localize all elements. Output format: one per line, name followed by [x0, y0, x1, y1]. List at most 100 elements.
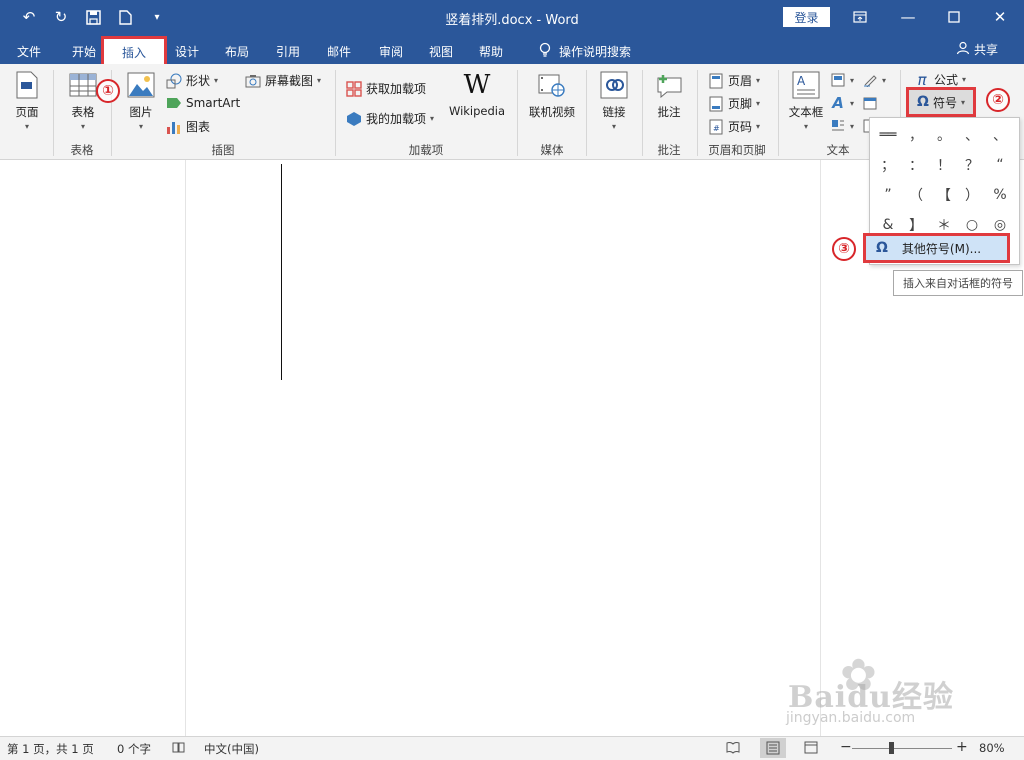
zoom-in-icon[interactable]: + — [956, 739, 968, 755]
wordart-button[interactable]: A ▾ — [830, 94, 854, 112]
symbol-cell[interactable]: ？ — [958, 150, 986, 180]
shapes-button[interactable]: 形状 ▾ — [166, 72, 218, 89]
page-number-button[interactable]: # 页码 ▾ — [708, 118, 760, 135]
symbol-cell[interactable]: 。 — [930, 120, 958, 150]
screenshot-button[interactable]: 屏幕截图 ▾ — [245, 72, 321, 89]
person-icon — [956, 41, 970, 58]
more-symbols-button[interactable]: Ω 其他符号(M)... — [863, 233, 1010, 263]
signature-line-button[interactable]: ▾ — [862, 72, 886, 88]
minimize-icon[interactable]: — — [886, 4, 930, 30]
share-button[interactable]: 共享 — [956, 41, 998, 58]
tab-mailings[interactable]: 邮件 — [320, 39, 358, 64]
quick-parts-button[interactable]: ▾ — [830, 72, 854, 88]
symbol-cell[interactable]: 【 — [930, 180, 958, 210]
smartart-button[interactable]: SmartArt — [166, 95, 240, 111]
date-time-button[interactable] — [862, 95, 878, 111]
link-label: 链接 — [602, 105, 626, 119]
zoom-out-icon[interactable]: − — [840, 739, 852, 755]
smartart-icon — [166, 95, 182, 111]
screenshot-label: 屏幕截图 — [265, 74, 314, 88]
tab-layout[interactable]: 布局 — [218, 39, 256, 64]
group-label-tables: 表格 — [70, 143, 94, 157]
login-button[interactable]: 登录 — [783, 7, 830, 27]
maximize-icon[interactable] — [932, 4, 976, 30]
language[interactable]: 中文(中国) — [204, 741, 259, 757]
chevron-down-icon: ▾ — [138, 122, 143, 131]
wikipedia-button[interactable]: W Wikipedia — [448, 70, 506, 118]
group-label-media: 媒体 — [540, 143, 564, 157]
symbol-cell[interactable]: ； — [874, 150, 902, 180]
title-bar: ↶ ↻ ▾ 竖着排列.docx - Word 登录 — ✕ — [0, 0, 1024, 34]
signature-icon — [862, 72, 878, 88]
symbol-cell[interactable]: % — [986, 180, 1014, 210]
tab-design[interactable]: 设计 — [168, 39, 206, 64]
quick-parts-icon — [830, 72, 846, 88]
tab-help[interactable]: 帮助 — [472, 39, 510, 64]
close-icon[interactable]: ✕ — [978, 4, 1022, 30]
tell-me-search[interactable]: 操作说明搜索 — [530, 39, 640, 64]
table-label: 表格 — [71, 105, 95, 119]
print-layout-icon[interactable] — [760, 738, 786, 758]
table-button[interactable]: 表格 ▾ — [66, 70, 100, 131]
chevron-down-icon: ▾ — [317, 76, 322, 85]
calendar-icon — [862, 95, 878, 111]
my-addins-button[interactable]: 我的加载项 ▾ — [346, 110, 434, 127]
equation-button[interactable]: π 公式 ▾ — [914, 71, 966, 89]
web-layout-icon[interactable] — [804, 741, 818, 757]
read-mode-icon[interactable] — [726, 741, 740, 757]
header-label: 页眉 — [728, 74, 753, 88]
symbol-cell[interactable]: ！ — [930, 150, 958, 180]
get-addins-button[interactable]: 获取加载项 — [346, 80, 426, 97]
zoom-slider[interactable] — [852, 748, 952, 749]
link-icon — [599, 70, 629, 100]
shapes-label: 形状 — [186, 74, 211, 88]
get-addins-label: 获取加载项 — [366, 82, 427, 96]
tab-review[interactable]: 审阅 — [372, 39, 410, 64]
symbol-button[interactable]: Ω 符号 ▾ — [906, 87, 976, 117]
zoom-level[interactable]: 80% — [979, 741, 1005, 755]
symbol-cell[interactable]: ） — [958, 180, 986, 210]
link-button[interactable]: 链接 ▾ — [596, 70, 632, 131]
symbol-cell[interactable]: ， — [902, 120, 930, 150]
omega-icon: Ω — [876, 240, 888, 256]
proofing-icon[interactable] — [172, 741, 186, 757]
zoom-slider-knob[interactable] — [889, 742, 894, 754]
chevron-down-icon: ▾ — [756, 76, 761, 85]
word-count[interactable]: 0 个字 — [117, 741, 151, 757]
tab-view[interactable]: 视图 — [422, 39, 460, 64]
tab-references[interactable]: 引用 — [269, 39, 307, 64]
picture-button[interactable]: 图片 ▾ — [124, 70, 158, 131]
comment-button[interactable]: 批注 — [652, 70, 686, 120]
divider — [586, 70, 587, 156]
svg-text:A: A — [797, 74, 806, 88]
omega-icon: Ω — [917, 94, 929, 110]
symbol-cell[interactable]: “ — [986, 150, 1014, 180]
drop-cap-button[interactable]: ▾ — [830, 118, 854, 134]
page-count[interactable]: 第 1 页，共 1 页 — [7, 741, 94, 757]
vertical-line — [281, 164, 282, 380]
shapes-icon — [166, 73, 182, 89]
symbol-cell[interactable]: ： — [902, 150, 930, 180]
tell-me-label: 操作说明搜索 — [558, 45, 631, 59]
symbol-cell[interactable]: （ — [902, 180, 930, 210]
online-video-button[interactable]: 联机视频 — [526, 70, 578, 120]
chart-button[interactable]: 图表 — [166, 118, 210, 135]
symbol-cell[interactable]: ” — [874, 180, 902, 210]
lightbulb-icon — [539, 42, 551, 61]
chevron-down-icon: ▾ — [960, 97, 965, 107]
share-label: 共享 — [973, 43, 998, 57]
ribbon-display-icon[interactable] — [838, 4, 882, 30]
textbox-button[interactable]: A 文本框 ▾ — [786, 70, 826, 131]
symbol-cell[interactable]: ══ — [874, 120, 902, 150]
tooltip: 插入来自对话框的符号 — [893, 270, 1023, 296]
tab-home[interactable]: 开始 — [62, 39, 106, 64]
symbol-cell[interactable]: 、 — [958, 120, 986, 150]
tab-file[interactable]: 文件 — [8, 39, 50, 64]
symbol-grid: ══，。、、；：！？ “” （【）% &】＊ ○ ◎ — [874, 120, 1014, 240]
header-button[interactable]: 页眉 ▾ — [708, 72, 760, 89]
more-symbols-label: 其他符号(M)... — [901, 241, 982, 256]
footer-button[interactable]: 页脚 ▾ — [708, 95, 760, 112]
symbol-cell[interactable]: 、 — [986, 120, 1014, 150]
pages-button[interactable]: 页面 ▾ — [10, 70, 44, 131]
step-marker-1: ① — [96, 79, 120, 103]
